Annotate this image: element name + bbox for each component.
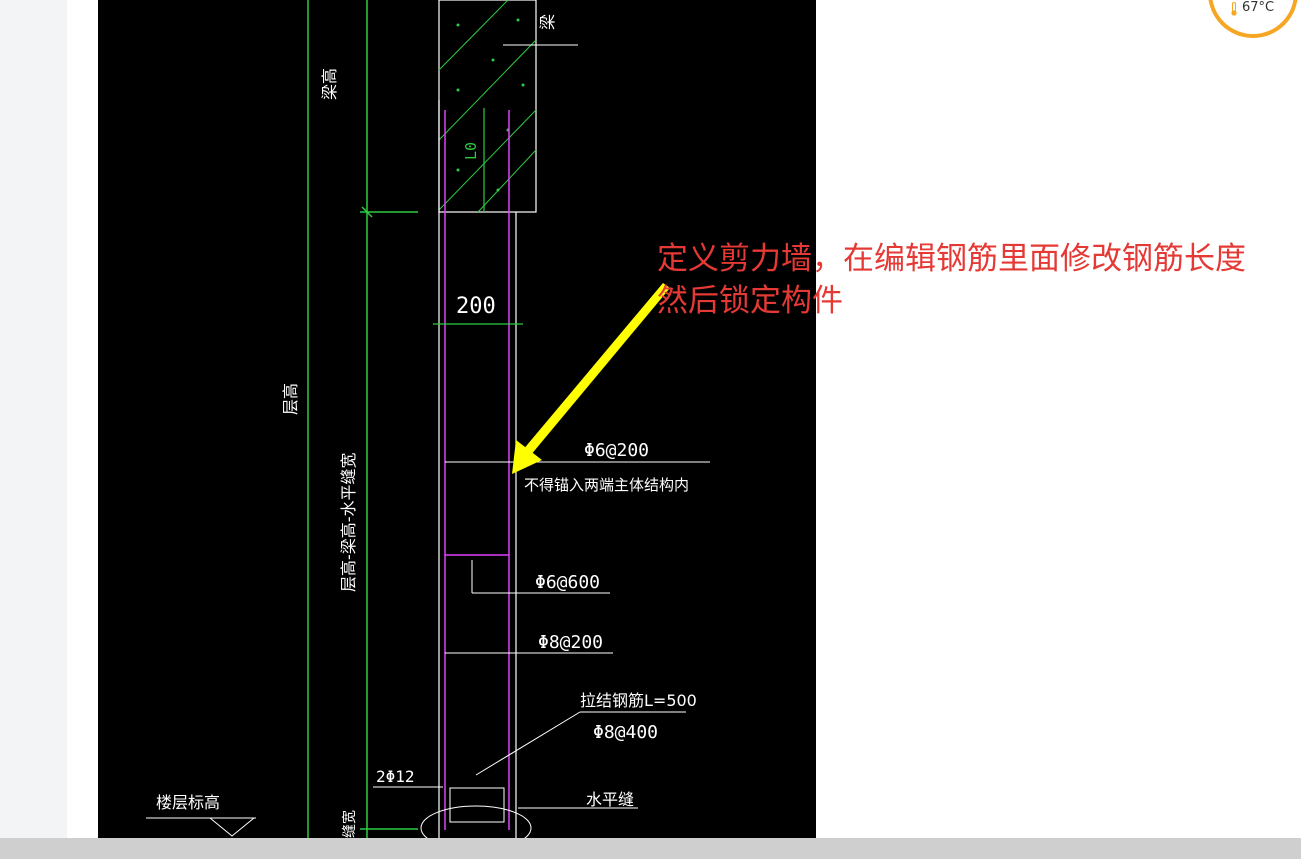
- label-tie: 拉结钢筋L=500: [580, 691, 697, 710]
- label-beam: 梁: [538, 14, 557, 30]
- cad-drawing-image: L0 梁 200 梁高 层高 层高-梁高-水平缝宽 缝宽 Φ6@200 不得锚入…: [98, 0, 816, 838]
- label-note: 不得锚入两端主体结构内: [524, 476, 689, 494]
- thermometer-icon: [1230, 1, 1238, 16]
- beam-hatch: [438, 0, 537, 213]
- annotation-line-1: 定义剪力墙，在编辑钢筋里面修改钢筋长度: [657, 241, 1246, 277]
- label-phi8-200: Φ8@200: [538, 632, 603, 653]
- label-vertical-combo: 层高-梁高-水平缝宽: [339, 452, 358, 592]
- annotation-line-2: 然后锁定构件: [657, 283, 843, 319]
- annotation-arrow-shaft: [522, 283, 670, 456]
- label-200: 200: [456, 294, 496, 319]
- label-phi6-200: Φ6@200: [584, 440, 649, 461]
- label-2phi12: 2Φ12: [376, 767, 415, 786]
- annotation-text: 定义剪力墙，在编辑钢筋里面修改钢筋长度 然后锁定构件: [657, 238, 1297, 322]
- label-horizontal-joint: 水平缝: [586, 790, 634, 809]
- label-joint-width: 缝宽: [341, 810, 358, 838]
- label-floor-level: 楼层标高: [156, 793, 220, 812]
- label-phi6-600: Φ6@600: [535, 572, 600, 593]
- label-floor-height: 层高: [281, 383, 300, 415]
- beam-block: [438, 0, 537, 213]
- label-beam-height: 梁高: [320, 68, 339, 100]
- left-gutter: [0, 0, 67, 838]
- bottom-scroll-bar[interactable]: [0, 838, 1301, 859]
- temperature-value: 67°C: [1242, 0, 1275, 15]
- label-phi8-400: Φ8@400: [593, 722, 658, 743]
- label-L0: L0: [462, 142, 480, 160]
